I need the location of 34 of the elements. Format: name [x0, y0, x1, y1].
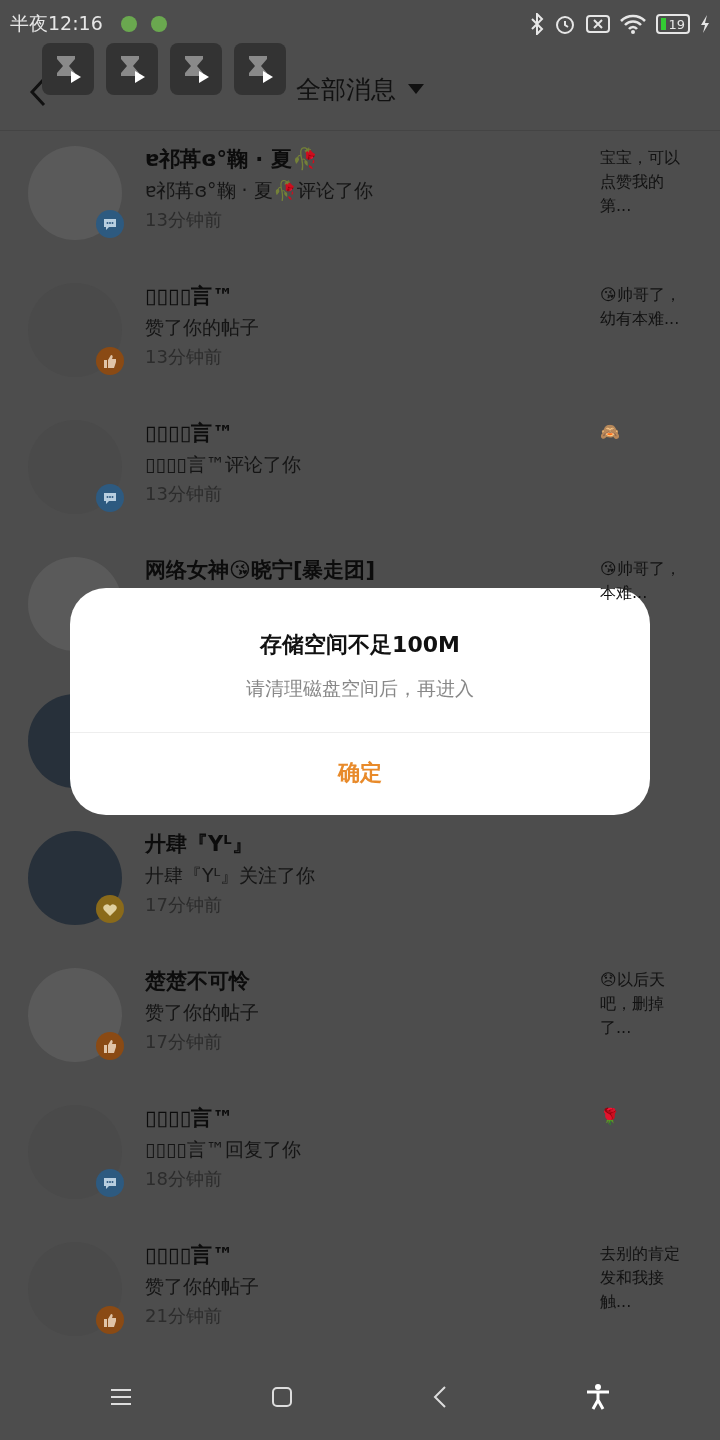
snippet-text: 宝宝，可以 — [600, 147, 681, 169]
notification-text: 廾肆『Yᴸ』关注了你 — [145, 863, 317, 887]
dialog-title: 存储空间不足100M — [260, 631, 460, 659]
user-name: ▯▯▯▯言™ — [145, 420, 235, 446]
notification-text: ɐ祁苒ɞ°鞠 · 夏🥀评论了你 — [145, 178, 374, 202]
user-name: 廾肆『Yᴸ』 — [145, 831, 254, 857]
user-name: ɐ祁苒ɞ°鞠 · 夏🥀 — [145, 146, 319, 172]
snippet-text: 触... — [600, 1291, 633, 1313]
clock-text: 半夜12:16 — [10, 11, 103, 36]
user-name: 网络女神😘晓宁[暴走团] — [145, 557, 377, 583]
dialog-message: 请清理磁盘空间后，再进入 — [246, 676, 474, 701]
notification-text: ▯▯▯▯言™回复了你 — [145, 1137, 302, 1161]
snippet-text: 点赞我的 — [600, 171, 665, 193]
snippet-text: 吧，删掉 — [600, 993, 665, 1015]
snippet-text: 第... — [600, 195, 633, 217]
user-name: ▯▯▯▯言™ — [145, 1105, 235, 1131]
notification-text: 赞了你的帖子 — [145, 1274, 260, 1298]
snippet-text: 幼有本难... — [600, 308, 681, 330]
snippet-text: 本难... — [600, 582, 649, 604]
snippet-text: 😘帅哥了， — [600, 558, 682, 580]
snippet-text: 🙈 — [600, 421, 621, 443]
battery-icon: 19 — [656, 14, 690, 34]
snippet-text: 🌹 — [600, 1106, 621, 1128]
snippet-text: 去别的肯定 — [600, 1243, 681, 1265]
notification-text: ▯▯▯▯言™评论了你 — [145, 452, 302, 476]
notification-text: 赞了你的帖子 — [145, 315, 260, 339]
user-name: 楚楚不可怜 — [145, 968, 251, 994]
snippet-text: 了... — [600, 1017, 633, 1039]
user-name: ▯▯▯▯言™ — [145, 1242, 235, 1268]
snippet-text: 发和我接 — [600, 1267, 665, 1289]
notification-text: 赞了你的帖子 — [145, 1000, 260, 1024]
snippet-text: 😞以后天 — [600, 969, 666, 991]
snippet-text: 😘帅哥了， — [600, 284, 682, 306]
user-name: ▯▯▯▯言™ — [145, 283, 235, 309]
